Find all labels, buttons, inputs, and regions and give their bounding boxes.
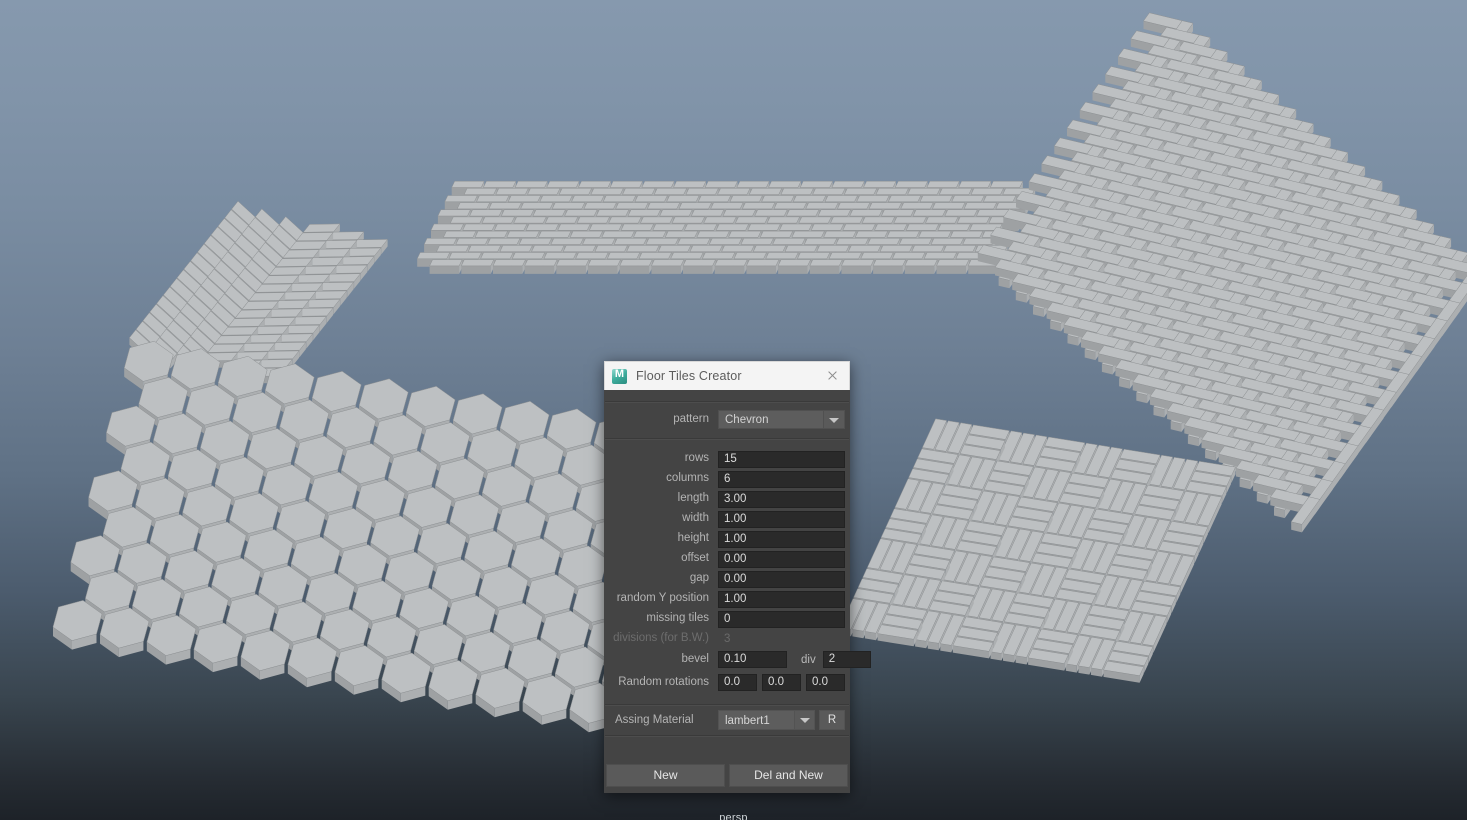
random-rotations-row: Random rotations 0.0 0.0 0.0 [604,672,850,693]
parameter-input[interactable]: 6 [718,470,845,488]
parameter-row: columns 6 [604,469,850,489]
parameter-input[interactable]: 0 [718,610,845,628]
bevel-label: bevel [681,652,710,665]
parameter-input[interactable]: 1.00 [718,510,845,528]
parameter-field-list: rows 15 columns 6 length 3.00 width 1.00 height 1… [604,449,850,649]
brick-tile-slab [416,180,1036,274]
dialog-titlebar[interactable]: Floor Tiles Creator [604,361,850,390]
material-dropdown[interactable]: lambert1 [718,710,815,730]
dialog-body: pattern Chevron rows 15 columns 6 length 3.00… [604,390,871,793]
pattern-row: pattern Chevron [604,409,850,430]
parameter-row: offset 0.00 [604,549,850,569]
camera-name-label: persp [719,812,748,820]
material-reset-button[interactable]: R [819,710,845,730]
parameter-row: divisions (for B.W.) 3 [604,629,850,649]
bevel-input[interactable]: 0.10 [718,651,787,668]
parameter-label: offset [681,552,709,565]
parameter-row: length 3.00 [604,489,850,509]
parameter-input[interactable]: 0.00 [718,570,845,588]
div-label: div [801,653,816,666]
random-rotation-x-input[interactable]: 0.0 [718,674,757,691]
assign-material-row: Assing Material lambert1 R [604,705,850,735]
parameter-row: random Y position 1.00 [604,589,850,609]
parameter-row: height 1.00 [604,529,850,549]
parameter-input[interactable]: 15 [718,450,845,468]
parameter-row: missing tiles 0 [604,609,850,629]
pattern-value: Chevron [718,410,823,429]
parameter-label: height [677,532,709,545]
basketweave-tile-slab [839,418,1236,683]
floor-tiles-creator-dialog: Floor Tiles Creator pattern Chevron rows… [604,361,871,793]
parameter-label: length [677,492,709,505]
parameter-label: divisions (for B.W.) [613,632,709,645]
parameter-label: random Y position [616,592,709,605]
assign-material-label: Assing Material [615,714,694,726]
parameter-label: width [682,512,709,525]
parameter-row: rows 15 [604,449,850,469]
random-rotation-y-input[interactable]: 0.0 [762,674,801,691]
pattern-label: pattern [673,412,709,425]
new-button[interactable]: New [606,764,725,787]
dialog-title: Floor Tiles Creator [636,369,742,383]
divider [605,735,849,736]
parameter-input[interactable]: 1.00 [718,530,845,548]
bevel-row: bevel 0.10 div 2 [604,649,871,670]
maya-m-icon [612,368,627,384]
close-icon[interactable] [819,364,845,388]
parameter-label: missing tiles [646,612,709,625]
parameter-label: columns [666,472,709,485]
chevron-down-icon[interactable] [823,410,845,429]
random-rotation-z-input[interactable]: 0.0 [806,674,845,691]
parameter-label: gap [689,572,709,585]
chevron-down-icon[interactable] [794,710,815,730]
parameter-row: gap 0.00 [604,569,850,589]
dialog-action-buttons: New Del and New [606,764,848,787]
parameter-row: width 1.00 [604,509,850,529]
del-and-new-button[interactable]: Del and New [729,764,848,787]
parameter-input[interactable]: 3.00 [718,490,845,508]
random-rotations-label: Random rotations [618,675,709,688]
pattern-dropdown[interactable]: Chevron [718,410,845,429]
material-value: lambert1 [718,710,794,730]
div-input[interactable]: 2 [822,651,871,668]
parameter-label: rows [684,452,709,465]
parameter-input: 3 [718,630,845,648]
parameter-input[interactable]: 1.00 [718,590,845,608]
parameter-input[interactable]: 0.00 [718,550,845,568]
